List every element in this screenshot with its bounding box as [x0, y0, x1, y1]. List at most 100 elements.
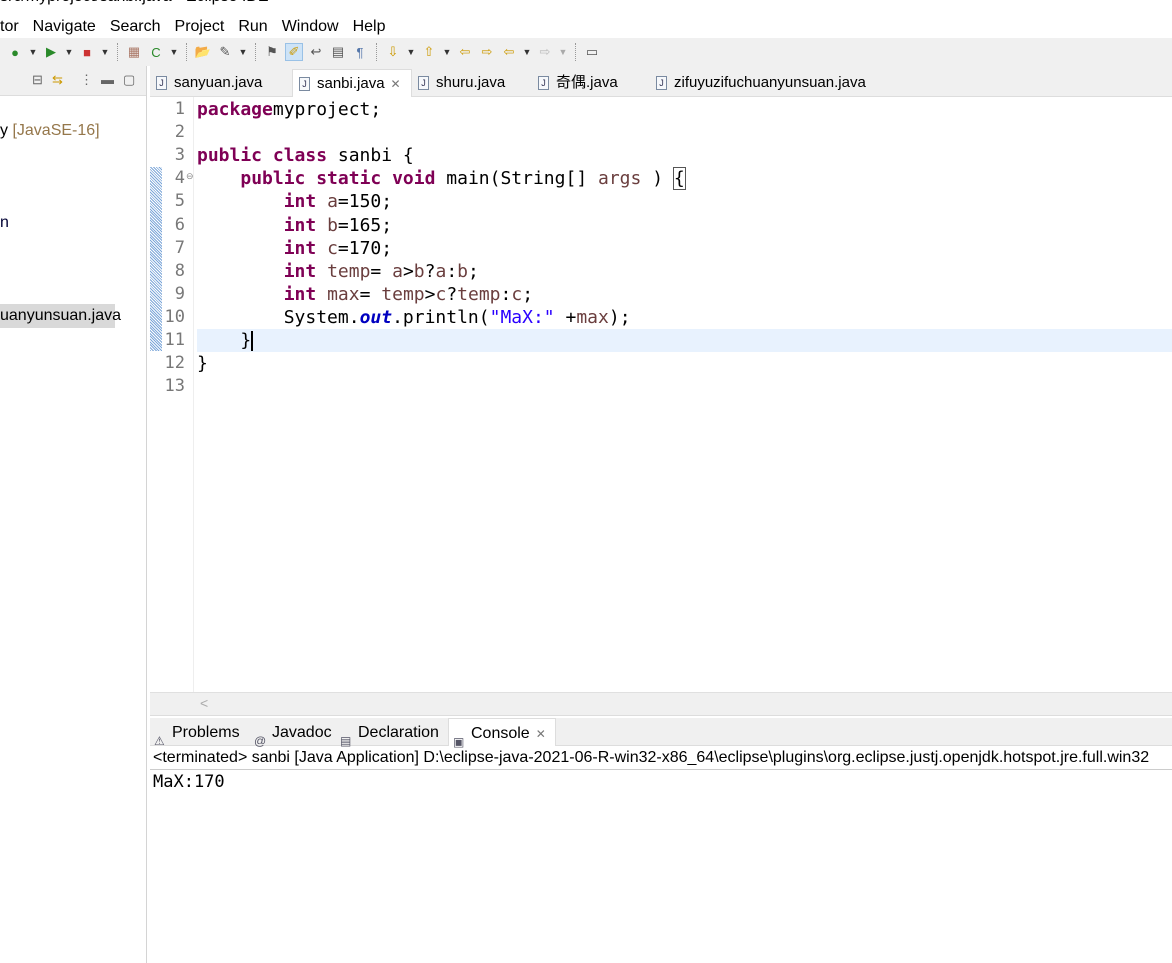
- line-number: 11: [164, 330, 185, 350]
- separator: [376, 43, 377, 61]
- console-output[interactable]: MaX:170: [153, 770, 225, 794]
- toggle-breadcrumb-icon[interactable]: ⚑: [263, 43, 281, 61]
- tree-item-selected[interactable]: uanyunsuan.java: [0, 304, 121, 328]
- code-line[interactable]: }: [197, 329, 1172, 352]
- tab-label: zifuyuzifuchuanyunsuan.java: [674, 74, 866, 91]
- tab-console[interactable]: ▣ Console ✕: [448, 718, 556, 749]
- code-line[interactable]: int b=165;: [197, 214, 1172, 237]
- code-line[interactable]: }: [197, 352, 1172, 375]
- code-line[interactable]: System.out.println("MaX:" +max);: [197, 306, 1172, 329]
- code-line[interactable]: int a=150;: [197, 190, 1172, 213]
- whitespace-icon[interactable]: ¶: [351, 43, 369, 61]
- close-icon[interactable]: ✕: [536, 727, 546, 741]
- previous-annotation-icon[interactable]: ⇧: [420, 43, 438, 61]
- tab-0[interactable]: Jsanyuan.java: [150, 69, 262, 97]
- tab-declaration[interactable]: ▤ Declaration: [336, 718, 439, 748]
- tab-problems[interactable]: ⚠ Problems: [150, 718, 240, 748]
- code-editor[interactable]: 1 2 3 4 ⊖ 5 6 7 8 9 10 11 12 13 packagemyproject; publ…: [150, 97, 1172, 693]
- code-token: +: [554, 306, 577, 328]
- code-line[interactable]: int c=170;: [197, 237, 1172, 260]
- back-icon[interactable]: ⇦: [500, 43, 518, 61]
- close-icon[interactable]: ✕: [391, 77, 401, 91]
- menu-help[interactable]: Help: [346, 15, 393, 39]
- tab-4[interactable]: Jzifuyuzifuchuanyunsuan.java: [650, 69, 866, 97]
- editor-tabs: Jsanyuan.java Jsanbi.java ✕ Jshuru.java J 奇偶.…: [150, 66, 1172, 97]
- code-line[interactable]: int max= temp>c?temp:c;: [197, 283, 1172, 306]
- mark-occurrences-icon[interactable]: ✐: [285, 43, 303, 61]
- search-icon[interactable]: ✎: [216, 43, 234, 61]
- tree-item[interactable]: n: [0, 214, 9, 232]
- java-file-icon: J: [656, 76, 667, 90]
- code-token: myproject;: [272, 99, 382, 120]
- dropdown-icon[interactable]: ▼: [64, 43, 74, 61]
- code-token: int: [283, 283, 317, 305]
- dropdown-icon[interactable]: ▼: [100, 43, 110, 61]
- code-token: "MaX:": [489, 306, 555, 328]
- code-token: ?: [424, 260, 436, 282]
- java-file-icon: J: [156, 76, 167, 90]
- menu-project[interactable]: Project: [168, 15, 232, 39]
- maximize-icon[interactable]: ▢: [123, 72, 135, 88]
- external-tools-icon[interactable]: ■: [78, 43, 96, 61]
- tab-label: sanyuan.java: [174, 74, 263, 91]
- horizontal-scrollbar[interactable]: <: [150, 692, 1172, 716]
- run-icon[interactable]: ▶: [42, 43, 60, 61]
- minimize-icon[interactable]: ▬: [101, 72, 114, 87]
- scroll-left-icon[interactable]: <: [200, 695, 208, 711]
- last-edit-icon[interactable]: ⇦: [456, 43, 474, 61]
- code-line[interactable]: public class sanbi {: [197, 144, 1172, 167]
- code-token: b: [413, 260, 425, 282]
- dropdown-icon[interactable]: ▼: [558, 43, 568, 61]
- debug-icon[interactable]: ●: [6, 43, 24, 61]
- dropdown-icon[interactable]: ▼: [28, 43, 38, 61]
- link-editor-icon[interactable]: ⇆: [52, 72, 63, 88]
- menu-navigate[interactable]: Navigate: [26, 15, 103, 39]
- tab-1[interactable]: Jsanbi.java ✕: [292, 69, 412, 97]
- code-token: b: [457, 260, 469, 282]
- fold-icon[interactable]: ⊖: [186, 171, 194, 182]
- menu-tor[interactable]: tor: [0, 15, 26, 39]
- code-line[interactable]: packagemyproject;: [197, 98, 1172, 121]
- open-perspective-icon[interactable]: ▭: [583, 43, 601, 61]
- collapse-all-icon[interactable]: ⊟: [32, 72, 43, 88]
- forward-edit-icon[interactable]: ⇨: [478, 43, 496, 61]
- tab-2[interactable]: Jshuru.java: [412, 69, 505, 97]
- word-wrap-icon[interactable]: ↩: [307, 43, 325, 61]
- new-class-icon[interactable]: C: [147, 43, 165, 61]
- tree-item-jre[interactable]: y [JavaSE-16]: [0, 122, 100, 140]
- code-line[interactable]: [197, 375, 1172, 398]
- forward-icon[interactable]: ⇨: [536, 43, 554, 61]
- code-token: =: [370, 260, 393, 282]
- view-menu-icon[interactable]: ⋮: [80, 72, 93, 88]
- code-token: >: [424, 283, 436, 305]
- code-token: =165;: [337, 214, 393, 236]
- tab-3[interactable]: J 奇偶.java: [532, 69, 618, 97]
- menu-run[interactable]: Run: [231, 15, 274, 39]
- tab-javadoc[interactable]: @ Javadoc: [250, 718, 332, 748]
- menu-bar: tor Navigate Search Project Run Window Help: [0, 15, 1172, 39]
- dropdown-icon[interactable]: ▼: [442, 43, 452, 61]
- next-annotation-icon[interactable]: ⇩: [384, 43, 402, 61]
- tree-item-label: y: [0, 122, 13, 139]
- block-selection-icon[interactable]: ▤: [329, 43, 347, 61]
- dropdown-icon[interactable]: ▼: [522, 43, 532, 61]
- open-type-icon[interactable]: 📂: [194, 43, 212, 61]
- tab-label: sanbi.java: [317, 75, 385, 92]
- code-token: temp: [457, 283, 501, 305]
- dropdown-icon[interactable]: ▼: [238, 43, 248, 61]
- code-line[interactable]: [197, 121, 1172, 144]
- code-line[interactable]: int temp= a>b?a:b;: [197, 260, 1172, 283]
- java-file-icon: J: [418, 76, 429, 90]
- text-caret: [251, 331, 254, 351]
- new-package-icon[interactable]: ▦: [125, 43, 143, 61]
- menu-window[interactable]: Window: [275, 15, 346, 39]
- code-token: int: [283, 191, 317, 213]
- menu-search[interactable]: Search: [103, 15, 168, 39]
- dropdown-icon[interactable]: ▼: [406, 43, 416, 61]
- code-line[interactable]: public static void main(String[] args ) …: [197, 167, 1172, 191]
- dropdown-icon[interactable]: ▼: [169, 43, 179, 61]
- code-token: ;: [522, 283, 534, 305]
